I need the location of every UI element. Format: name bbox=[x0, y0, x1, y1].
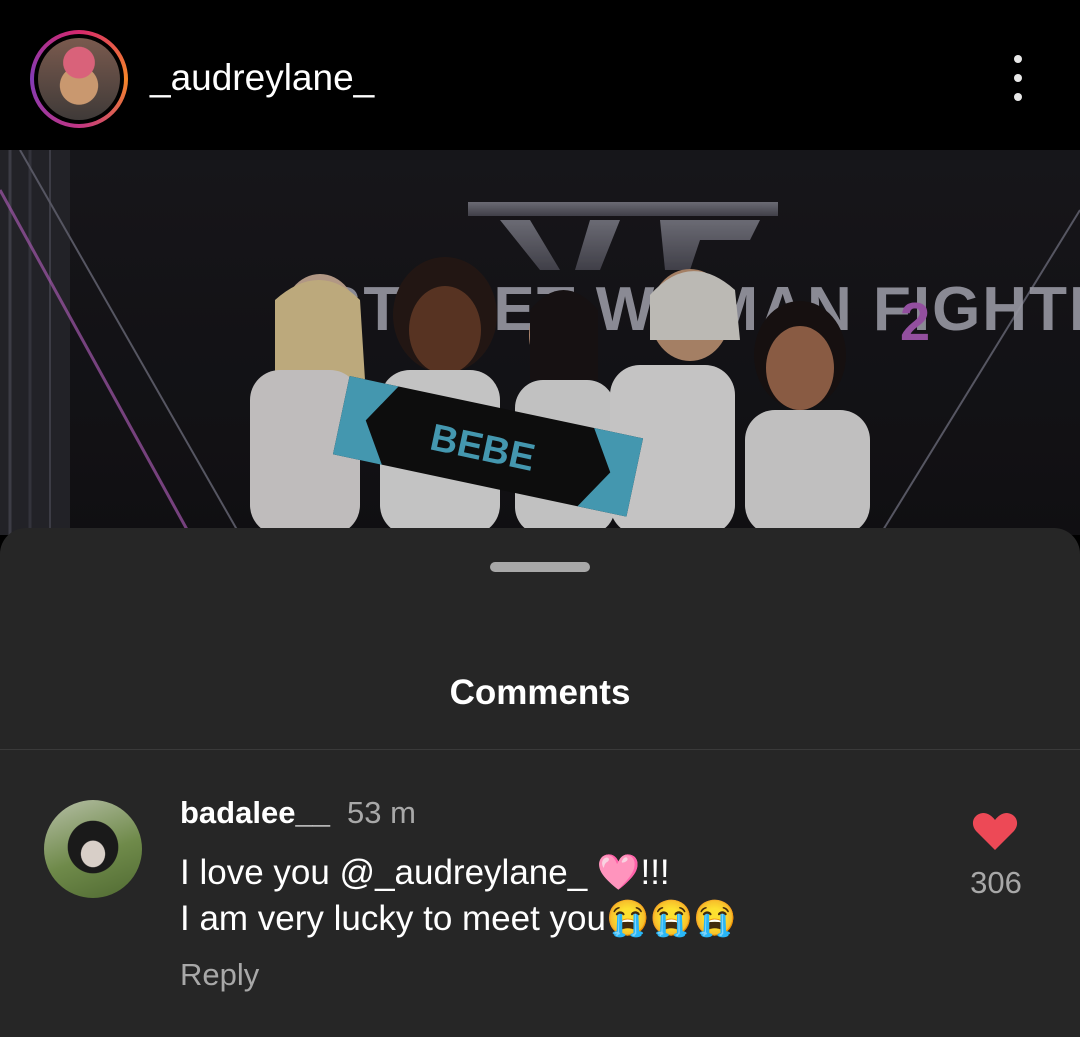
more-options-icon[interactable] bbox=[1000, 55, 1036, 101]
comment-line-2: I am very lucky to meet you😭😭😭 bbox=[180, 899, 737, 938]
comment-body: I love you @_audreylane_ 🩷!!! I am very … bbox=[180, 850, 940, 942]
like-count: 306 bbox=[970, 865, 1022, 900]
avatar-photo bbox=[38, 38, 120, 120]
comments-title: Comments bbox=[449, 673, 631, 712]
post-photo: STREET WOMAN FIGHTER 2 BE bbox=[0, 150, 1080, 535]
sheet-drag-handle[interactable] bbox=[490, 562, 590, 572]
post-header: _audreylane_ bbox=[0, 0, 1080, 150]
reply-button[interactable]: Reply bbox=[180, 956, 259, 994]
profile-avatar[interactable] bbox=[30, 30, 128, 128]
commenter-avatar[interactable] bbox=[44, 800, 142, 898]
post-image[interactable]: STREET WOMAN FIGHTER 2 BE bbox=[0, 150, 1080, 535]
commenter-username[interactable]: badalee__ bbox=[180, 794, 330, 832]
comments-sheet: Comments badalee__ 53 m I love you @_aud… bbox=[0, 528, 1080, 1037]
comment-timestamp: 53 m bbox=[347, 795, 416, 830]
comment-line-1: I love you @_audreylane_ 🩷!!! bbox=[180, 853, 670, 892]
post-username[interactable]: _audreylane_ bbox=[150, 56, 374, 100]
heart-icon[interactable] bbox=[972, 812, 1018, 852]
divider bbox=[0, 749, 1080, 750]
